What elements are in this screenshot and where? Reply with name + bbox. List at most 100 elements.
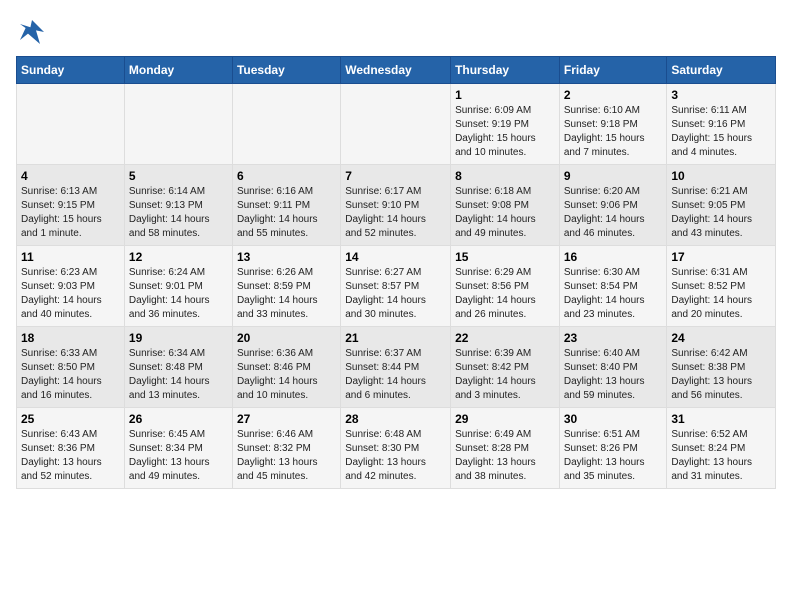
calendar-week-row: 25Sunrise: 6:43 AM Sunset: 8:36 PM Dayli…	[17, 408, 776, 489]
calendar-cell: 18 Sunrise: 6:33 AM Sunset: 8:50 PM Dayli…	[17, 327, 125, 408]
day-info: Sunrise: 6:14 AM Sunset: 9:13 PM Dayligh…	[129, 185, 228, 241]
calendar-cell: 27Sunrise: 6:46 AM Sunset: 8:32 PM Dayli…	[232, 408, 340, 489]
weekday-header-row: SundayMondayTuesdayWednesdayThursdayFrid…	[17, 57, 776, 84]
weekday-header-wednesday: Wednesday	[341, 57, 451, 84]
logo	[16, 16, 52, 48]
weekday-header-monday: Monday	[124, 57, 232, 84]
day-info: Sunrise: 6:27 AM Sunset: 8:57 PM Dayligh…	[345, 266, 446, 322]
day-info: Sunrise: 6:29 AM Sunset: 8:56 PM Dayligh…	[455, 266, 555, 322]
day-number: 7	[345, 169, 446, 183]
day-number: 3	[671, 88, 771, 102]
weekday-header-saturday: Saturday	[667, 57, 776, 84]
calendar-cell	[232, 84, 340, 165]
day-info: Sunrise: 6:46 AM Sunset: 8:32 PM Dayligh…	[237, 428, 336, 484]
day-info: Sunrise: 6:11 AM Sunset: 9:16 PM Dayligh…	[671, 104, 771, 160]
calendar-cell: 3 Sunrise: 6:11 AM Sunset: 9:16 PM Daylig…	[667, 84, 776, 165]
day-number: 31	[671, 412, 771, 426]
day-info: Sunrise: 6:10 AM Sunset: 9:18 PM Dayligh…	[564, 104, 663, 160]
calendar-cell	[341, 84, 451, 165]
day-number: 26	[129, 412, 228, 426]
calendar-cell: 19 Sunrise: 6:34 AM Sunset: 8:48 PM Dayli…	[124, 327, 232, 408]
calendar-cell: 13 Sunrise: 6:26 AM Sunset: 8:59 PM Dayli…	[232, 246, 340, 327]
calendar-cell: 22 Sunrise: 6:39 AM Sunset: 8:42 PM Dayli…	[451, 327, 560, 408]
day-info: Sunrise: 6:48 AM Sunset: 8:30 PM Dayligh…	[345, 428, 446, 484]
day-number: 6	[237, 169, 336, 183]
day-number: 24	[671, 331, 771, 345]
calendar-cell: 7 Sunrise: 6:17 AM Sunset: 9:10 PM Daylig…	[341, 165, 451, 246]
day-info: Sunrise: 6:51 AM Sunset: 8:26 PM Dayligh…	[564, 428, 663, 484]
day-info: Sunrise: 6:33 AM Sunset: 8:50 PM Dayligh…	[21, 347, 120, 403]
day-info: Sunrise: 6:30 AM Sunset: 8:54 PM Dayligh…	[564, 266, 663, 322]
day-number: 28	[345, 412, 446, 426]
calendar-cell: 15 Sunrise: 6:29 AM Sunset: 8:56 PM Dayli…	[451, 246, 560, 327]
day-info: Sunrise: 6:13 AM Sunset: 9:15 PM Dayligh…	[21, 185, 120, 241]
day-number: 10	[671, 169, 771, 183]
calendar-cell: 4Sunrise: 6:13 AM Sunset: 9:15 PM Daylig…	[17, 165, 125, 246]
day-number: 13	[237, 250, 336, 264]
day-number: 19	[129, 331, 228, 345]
day-info: Sunrise: 6:52 AM Sunset: 8:24 PM Dayligh…	[671, 428, 771, 484]
day-info: Sunrise: 6:18 AM Sunset: 9:08 PM Dayligh…	[455, 185, 555, 241]
calendar-table: SundayMondayTuesdayWednesdayThursdayFrid…	[16, 56, 776, 489]
day-number: 1	[455, 88, 555, 102]
calendar-cell: 29 Sunrise: 6:49 AM Sunset: 8:28 PM Dayli…	[451, 408, 560, 489]
day-number: 9	[564, 169, 663, 183]
page-header	[16, 16, 776, 48]
calendar-cell: 6Sunrise: 6:16 AM Sunset: 9:11 PM Daylig…	[232, 165, 340, 246]
day-info: Sunrise: 6:26 AM Sunset: 8:59 PM Dayligh…	[237, 266, 336, 322]
day-info: Sunrise: 6:43 AM Sunset: 8:36 PM Dayligh…	[21, 428, 120, 484]
calendar-week-row: 4Sunrise: 6:13 AM Sunset: 9:15 PM Daylig…	[17, 165, 776, 246]
day-info: Sunrise: 6:45 AM Sunset: 8:34 PM Dayligh…	[129, 428, 228, 484]
day-info: Sunrise: 6:24 AM Sunset: 9:01 PM Dayligh…	[129, 266, 228, 322]
calendar-cell: 9 Sunrise: 6:20 AM Sunset: 9:06 PM Daylig…	[559, 165, 667, 246]
calendar-cell: 23Sunrise: 6:40 AM Sunset: 8:40 PM Dayli…	[559, 327, 667, 408]
calendar-cell: 17 Sunrise: 6:31 AM Sunset: 8:52 PM Dayli…	[667, 246, 776, 327]
day-info: Sunrise: 6:36 AM Sunset: 8:46 PM Dayligh…	[237, 347, 336, 403]
day-number: 12	[129, 250, 228, 264]
day-number: 5	[129, 169, 228, 183]
weekday-header-thursday: Thursday	[451, 57, 560, 84]
day-number: 11	[21, 250, 120, 264]
day-info: Sunrise: 6:17 AM Sunset: 9:10 PM Dayligh…	[345, 185, 446, 241]
calendar-cell: 26 Sunrise: 6:45 AM Sunset: 8:34 PM Dayli…	[124, 408, 232, 489]
logo-icon	[16, 16, 48, 48]
day-info: Sunrise: 6:09 AM Sunset: 9:19 PM Dayligh…	[455, 104, 555, 160]
day-info: Sunrise: 6:23 AM Sunset: 9:03 PM Dayligh…	[21, 266, 120, 322]
calendar-cell: 16 Sunrise: 6:30 AM Sunset: 8:54 PM Dayli…	[559, 246, 667, 327]
weekday-header-sunday: Sunday	[17, 57, 125, 84]
calendar-cell: 1 Sunrise: 6:09 AM Sunset: 9:19 PM Daylig…	[451, 84, 560, 165]
day-info: Sunrise: 6:40 AM Sunset: 8:40 PM Dayligh…	[564, 347, 663, 403]
calendar-cell: 30 Sunrise: 6:51 AM Sunset: 8:26 PM Dayli…	[559, 408, 667, 489]
calendar-week-row: 18 Sunrise: 6:33 AM Sunset: 8:50 PM Dayli…	[17, 327, 776, 408]
calendar-week-row: 11 Sunrise: 6:23 AM Sunset: 9:03 PM Dayli…	[17, 246, 776, 327]
calendar-cell: 14Sunrise: 6:27 AM Sunset: 8:57 PM Dayli…	[341, 246, 451, 327]
calendar-cell: 20 Sunrise: 6:36 AM Sunset: 8:46 PM Dayli…	[232, 327, 340, 408]
day-number: 18	[21, 331, 120, 345]
calendar-cell: 25Sunrise: 6:43 AM Sunset: 8:36 PM Dayli…	[17, 408, 125, 489]
calendar-cell: 12 Sunrise: 6:24 AM Sunset: 9:01 PM Dayli…	[124, 246, 232, 327]
day-number: 17	[671, 250, 771, 264]
day-number: 2	[564, 88, 663, 102]
day-number: 20	[237, 331, 336, 345]
day-number: 30	[564, 412, 663, 426]
day-info: Sunrise: 6:31 AM Sunset: 8:52 PM Dayligh…	[671, 266, 771, 322]
calendar-cell: 21Sunrise: 6:37 AM Sunset: 8:44 PM Dayli…	[341, 327, 451, 408]
day-info: Sunrise: 6:39 AM Sunset: 8:42 PM Dayligh…	[455, 347, 555, 403]
day-number: 22	[455, 331, 555, 345]
day-number: 8	[455, 169, 555, 183]
calendar-cell: 28 Sunrise: 6:48 AM Sunset: 8:30 PM Dayli…	[341, 408, 451, 489]
calendar-cell: 5 Sunrise: 6:14 AM Sunset: 9:13 PM Daylig…	[124, 165, 232, 246]
weekday-header-tuesday: Tuesday	[232, 57, 340, 84]
calendar-cell	[17, 84, 125, 165]
day-info: Sunrise: 6:34 AM Sunset: 8:48 PM Dayligh…	[129, 347, 228, 403]
day-info: Sunrise: 6:42 AM Sunset: 8:38 PM Dayligh…	[671, 347, 771, 403]
day-number: 15	[455, 250, 555, 264]
calendar-cell: 2 Sunrise: 6:10 AM Sunset: 9:18 PM Daylig…	[559, 84, 667, 165]
calendar-cell: 31 Sunrise: 6:52 AM Sunset: 8:24 PM Dayli…	[667, 408, 776, 489]
day-info: Sunrise: 6:20 AM Sunset: 9:06 PM Dayligh…	[564, 185, 663, 241]
day-number: 29	[455, 412, 555, 426]
calendar-week-row: 1 Sunrise: 6:09 AM Sunset: 9:19 PM Daylig…	[17, 84, 776, 165]
day-info: Sunrise: 6:49 AM Sunset: 8:28 PM Dayligh…	[455, 428, 555, 484]
calendar-cell	[124, 84, 232, 165]
day-number: 16	[564, 250, 663, 264]
